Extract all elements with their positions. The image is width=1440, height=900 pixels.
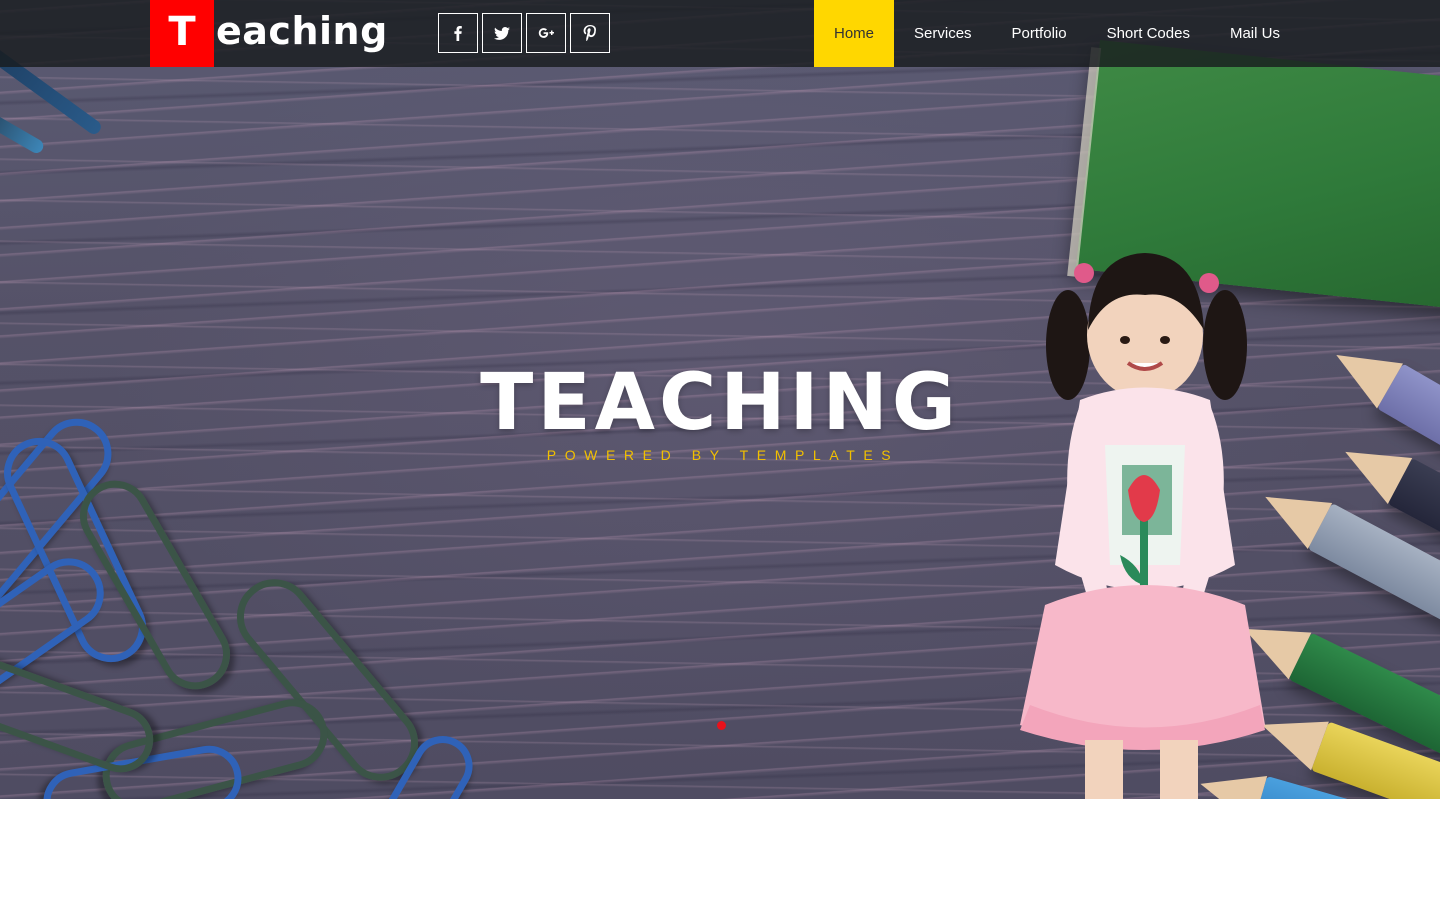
hero-title: TEACHING: [480, 358, 960, 448]
hero-subtitle: POWERED BY TEMPLATES: [546, 447, 900, 463]
slider-dot[interactable]: [717, 721, 726, 730]
pinterest-button[interactable]: [570, 13, 610, 53]
girl-photo: [1020, 253, 1265, 799]
nav-home[interactable]: Home: [814, 0, 895, 67]
google-plus-icon: [538, 28, 554, 38]
main-nav: Home Services Portfolio Short Codes Mail…: [814, 0, 1300, 67]
logo-initial: T: [150, 0, 214, 67]
nav-short-codes[interactable]: Short Codes: [1087, 0, 1210, 67]
twitter-button[interactable]: [482, 13, 522, 53]
facebook-button[interactable]: [438, 13, 478, 53]
pinterest-icon: [583, 25, 596, 41]
logo-text: eaching: [216, 8, 388, 53]
social-links: [438, 13, 610, 53]
top-navbar: T eaching Home Services Portfolio Short …: [0, 0, 1440, 67]
site-logo[interactable]: T eaching: [150, 0, 388, 67]
twitter-icon: [494, 27, 510, 40]
nav-portfolio[interactable]: Portfolio: [992, 0, 1087, 67]
facebook-icon: [454, 26, 462, 41]
nav-services[interactable]: Services: [894, 0, 992, 67]
nav-mail-us[interactable]: Mail Us: [1210, 0, 1300, 67]
google-plus-button[interactable]: [526, 13, 566, 53]
